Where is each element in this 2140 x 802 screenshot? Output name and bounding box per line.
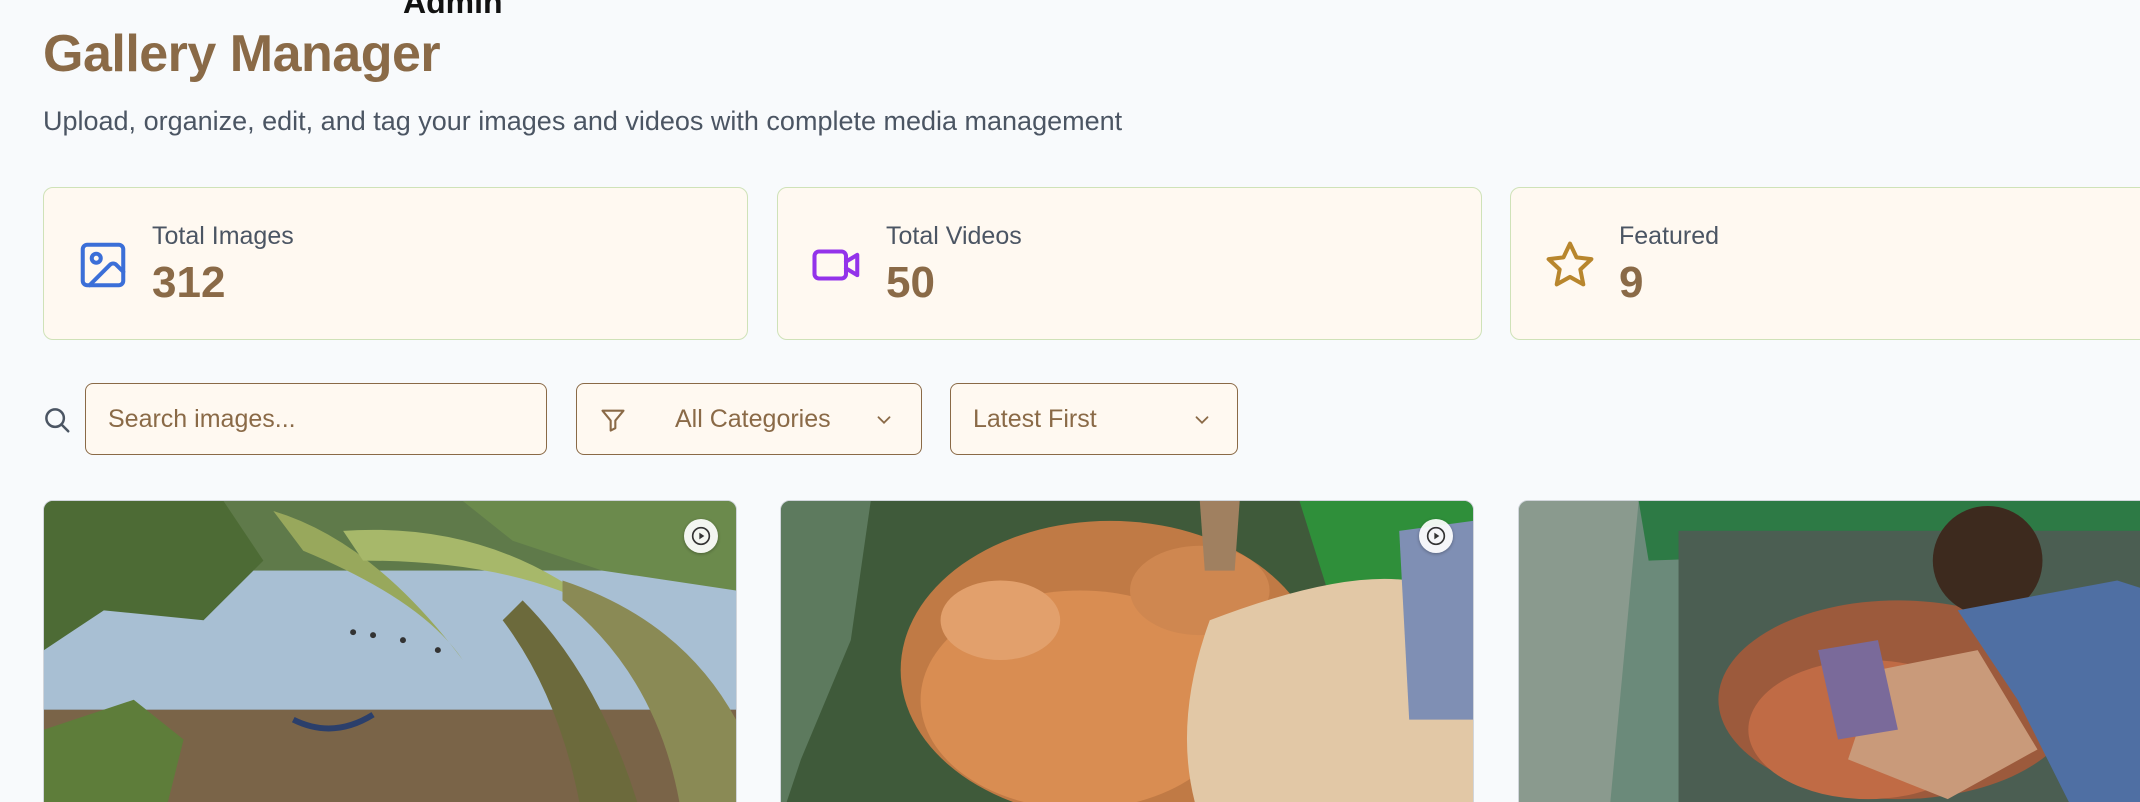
stat-card-featured: Featured 9 — [1510, 187, 2140, 340]
play-icon — [1426, 526, 1446, 546]
thumbnail-image — [781, 501, 1473, 802]
admin-label: Admin — [403, 0, 503, 20]
gallery-item[interactable] — [780, 500, 1474, 802]
stat-value: 9 — [1619, 258, 1644, 307]
stat-value: 50 — [886, 258, 935, 307]
play-icon — [691, 526, 711, 546]
chevron-down-icon — [877, 416, 891, 425]
stat-label: Total Images — [152, 222, 294, 250]
category-select[interactable]: All Categories — [576, 383, 922, 455]
search-icon — [45, 408, 70, 433]
star-icon — [1546, 241, 1594, 287]
stat-card-images: Total Images 312 — [43, 187, 748, 340]
stat-label: Featured — [1619, 222, 1720, 250]
gallery-item[interactable] — [1518, 500, 2140, 802]
thumbnail-image — [1519, 501, 2140, 802]
video-icon — [812, 249, 860, 281]
category-select-value: All Categories — [675, 405, 831, 433]
thumbnail-image — [44, 501, 736, 802]
stat-value: 312 — [152, 258, 226, 307]
image-icon — [80, 242, 126, 288]
gallery-manager-page: Admin Gallery Manager Upload, organize, … — [0, 0, 2140, 802]
filter-icon — [601, 409, 625, 432]
video-badge — [684, 519, 718, 553]
sort-select[interactable]: Latest First — [950, 383, 1238, 455]
sort-select-value: Latest First — [973, 405, 1097, 433]
video-badge — [1419, 519, 1453, 553]
stat-label: Total Videos — [886, 222, 1022, 250]
search-input[interactable] — [85, 383, 547, 455]
chevron-down-icon — [1195, 416, 1209, 425]
page-title: Gallery Manager — [43, 25, 441, 83]
stat-card-videos: Total Videos 50 — [777, 187, 1482, 340]
gallery-item[interactable] — [43, 500, 737, 802]
page-subtitle: Upload, organize, edit, and tag your ima… — [43, 106, 1123, 136]
